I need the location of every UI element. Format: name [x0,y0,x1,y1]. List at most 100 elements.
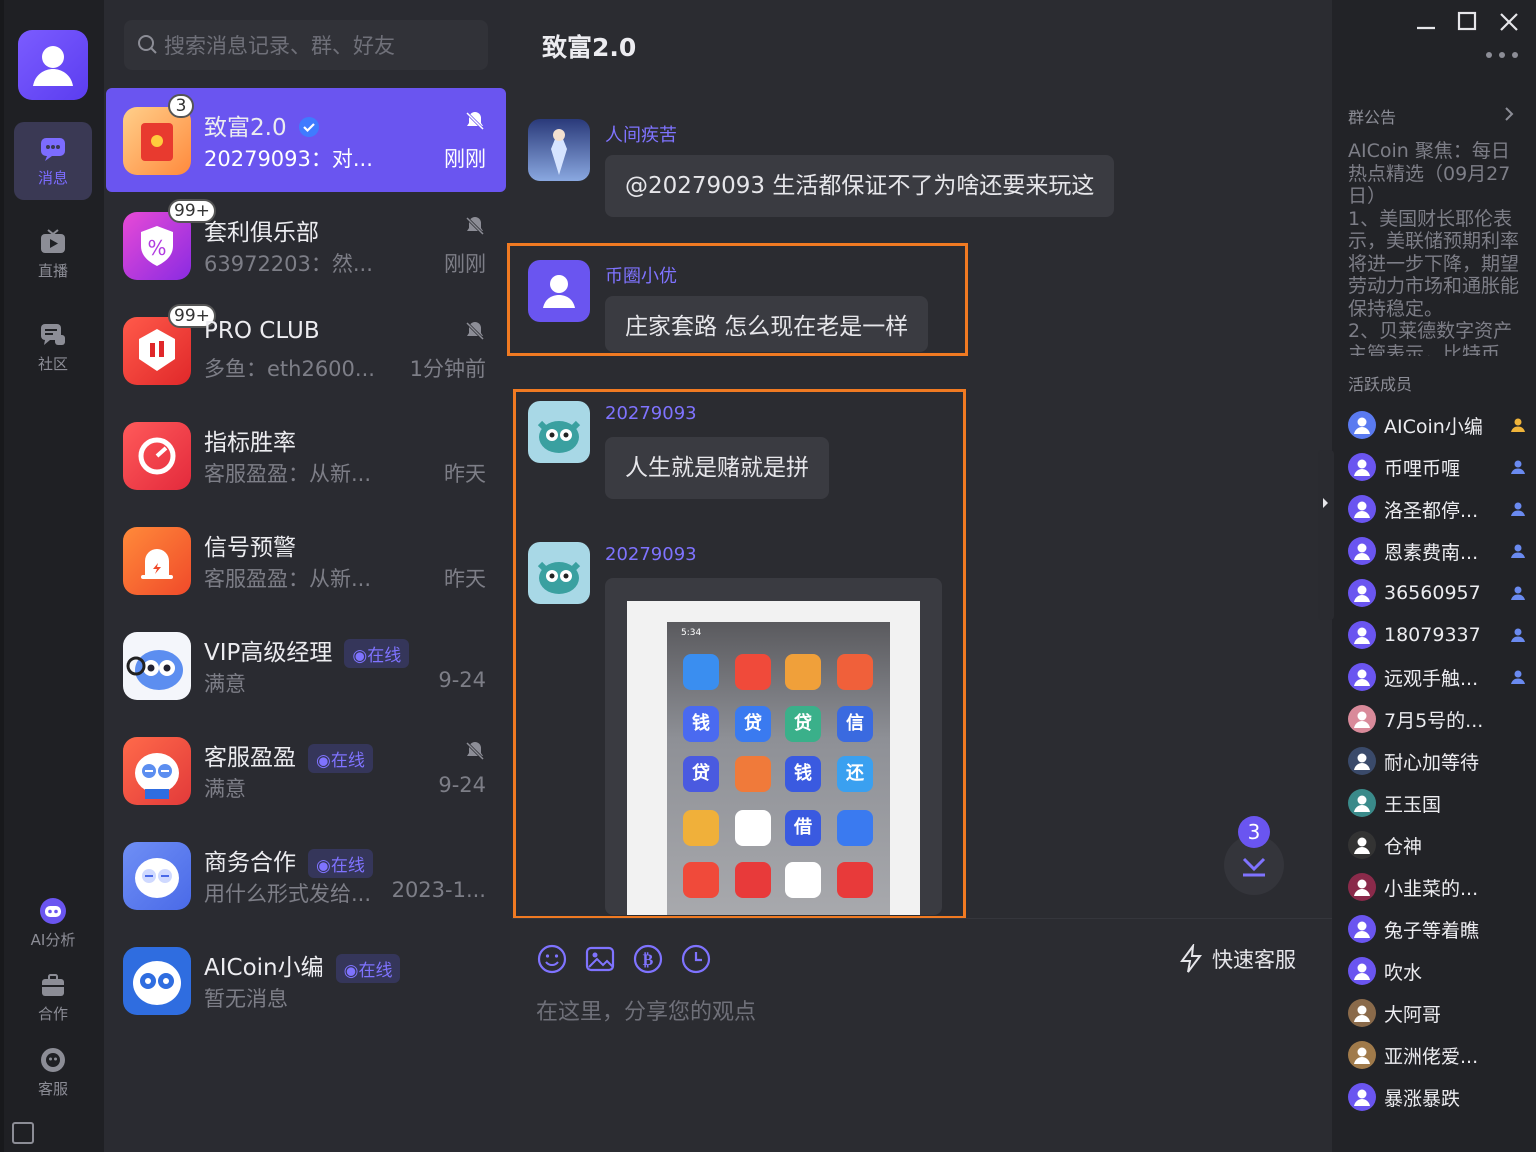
member-role-icon [1511,460,1525,474]
sender-avatar[interactable] [528,542,590,604]
sender-avatar[interactable] [528,119,590,181]
conversation-item[interactable]: % 99+ 套利俱乐部 63972203：然... 刚刚 [106,193,506,297]
member-item[interactable]: 大阿哥 [1348,996,1528,1030]
conversation-preview: 客服盈盈：从新... [204,462,372,486]
group-avatar [123,422,191,490]
search-input[interactable]: 搜索消息记录、群、好友 [124,20,488,70]
conversation-time: 1分钟前 [409,357,486,381]
conversation-item[interactable]: AICoin小编 ◉在线 暂无消息 [106,928,506,1032]
member-name: 7月5号的... [1384,709,1484,732]
unread-count-badge: 3 [1238,816,1270,848]
message-input[interactable]: 在这里，分享您的观点 [536,994,756,1026]
image-icon[interactable] [584,943,616,975]
member-item[interactable]: 币哩币喱 [1348,450,1528,484]
member-item[interactable]: 王玉国 [1348,786,1528,820]
user-avatar[interactable] [18,30,88,100]
user-icon [1354,501,1370,518]
member-item[interactable]: 7月5号的... [1348,702,1528,736]
member-item[interactable]: 洛圣都停... [1348,492,1528,526]
user-icon [1354,753,1370,770]
nav-item-cooperation[interactable]: 合作 [14,958,92,1036]
member-role-icon [1511,544,1525,558]
minimize-icon[interactable] [1414,10,1438,34]
member-item[interactable]: 耐心加等待 [1348,744,1528,778]
member-avatar [1348,495,1376,523]
conversation-item[interactable]: 信号预警 客服盈盈：从新... 昨天 [106,508,506,612]
member-avatar [1348,915,1376,943]
live-tv-icon [41,228,65,253]
mute-icon [465,111,485,131]
app-icon: 信 [837,706,873,742]
app-icon: 贷 [785,706,821,742]
member-name: 兔子等着瞧 [1384,919,1480,942]
conversation-item[interactable]: 指标胜率 客服盈盈：从新... 昨天 [106,403,506,507]
member-name: 币哩币喱 [1384,457,1461,480]
quick-service-button[interactable]: 快速客服 [1178,944,1296,974]
conversation-name: 套利俱乐部 [204,220,319,246]
conversation-item[interactable]: VIP高级经理 ◉在线 满意 9-24 [106,613,506,717]
conversation-item[interactable]: 99+ PRO CLUB 多鱼：eth2600... 1分钟前 [106,298,506,402]
member-item[interactable]: 恩素费南... [1348,534,1528,568]
member-item[interactable]: 36560957 [1348,576,1528,610]
user-icon [1354,837,1370,854]
conversation-item[interactable]: 客服盈盈 ◉在线 满意 9-24 [106,718,506,822]
bitcoin-icon[interactable]: ₿ [632,943,664,975]
owl-mascot-icon [135,858,179,898]
sender-name[interactable]: 人间疾苦 [605,121,677,147]
notice-title[interactable]: 群公告 [1348,104,1396,128]
nav-item-live[interactable]: 直播 [14,215,92,293]
lightning-icon [1180,944,1202,973]
member-item[interactable]: 暴涨暴跌 [1348,1080,1528,1114]
clock-icon[interactable] [680,943,712,975]
member-item[interactable]: 吹水 [1348,954,1528,988]
sender-name[interactable]: 币圈小优 [605,262,677,288]
member-avatar [1348,957,1376,985]
member-name: 仓神 [1384,835,1423,858]
member-avatar [1348,789,1376,817]
contact-avatar [123,737,191,805]
app-icon [837,654,873,690]
phone-status-time: 5:34 [681,628,702,638]
member-role-icon [1511,502,1525,516]
sidebar-collapse-handle[interactable] [1318,450,1334,620]
nav-label: 客服 [37,1079,68,1098]
member-item[interactable]: 亚洲佬爱... [1348,1038,1528,1072]
conversation-name: 指标胜率 [204,430,296,456]
member-item[interactable]: 18079337 [1348,618,1528,652]
member-avatar [1348,747,1376,775]
member-item[interactable]: AICoin小编 [1348,408,1528,442]
mute-icon [465,741,485,761]
conversation-name-wrap: 客服盈盈 ◉在线 [204,738,373,773]
sender-name[interactable]: 20279093 [605,544,697,565]
expand-window-icon[interactable] [12,1122,34,1144]
member-item[interactable]: 仓神 [1348,828,1528,862]
sender-name[interactable]: 20279093 [605,403,697,424]
divider [512,918,1332,919]
unread-badge: 3 [168,94,194,118]
maximize-icon[interactable] [1455,10,1479,34]
nav-item-community[interactable]: 社区 [14,308,92,386]
more-options-icon[interactable] [1484,50,1520,60]
app-icon: 还 [837,756,873,792]
mute-icon [465,216,485,236]
conversation-name: 商务合作 [204,850,296,876]
nav-label: 消息 [37,168,68,187]
nav-item-ai[interactable]: AI分析 [14,884,92,962]
community-icon [41,323,65,345]
user-icon [1354,459,1370,476]
member-name: 小韭菜的... [1384,877,1479,900]
conversation-item[interactable]: 3 致富2.0 20279093：对... 刚刚 [106,88,506,192]
member-item[interactable]: 小韭菜的... [1348,870,1528,904]
nav-item-support[interactable]: 客服 [14,1033,92,1111]
conversation-item[interactable]: 商务合作 ◉在线 用什么形式发给... 2023-1... [106,823,506,927]
sender-avatar[interactable] [528,260,590,322]
nav-item-messages[interactable]: 消息 [14,122,92,200]
user-icon [1354,1047,1370,1064]
sender-avatar[interactable] [528,401,590,463]
emoji-icon[interactable] [536,943,568,975]
member-item[interactable]: 远观手触... [1348,660,1528,694]
member-item[interactable]: 兔子等着瞧 [1348,912,1528,946]
close-icon[interactable] [1497,10,1521,34]
chevron-right-icon[interactable] [1502,106,1516,122]
online-status-badge: ◉在线 [308,849,373,878]
